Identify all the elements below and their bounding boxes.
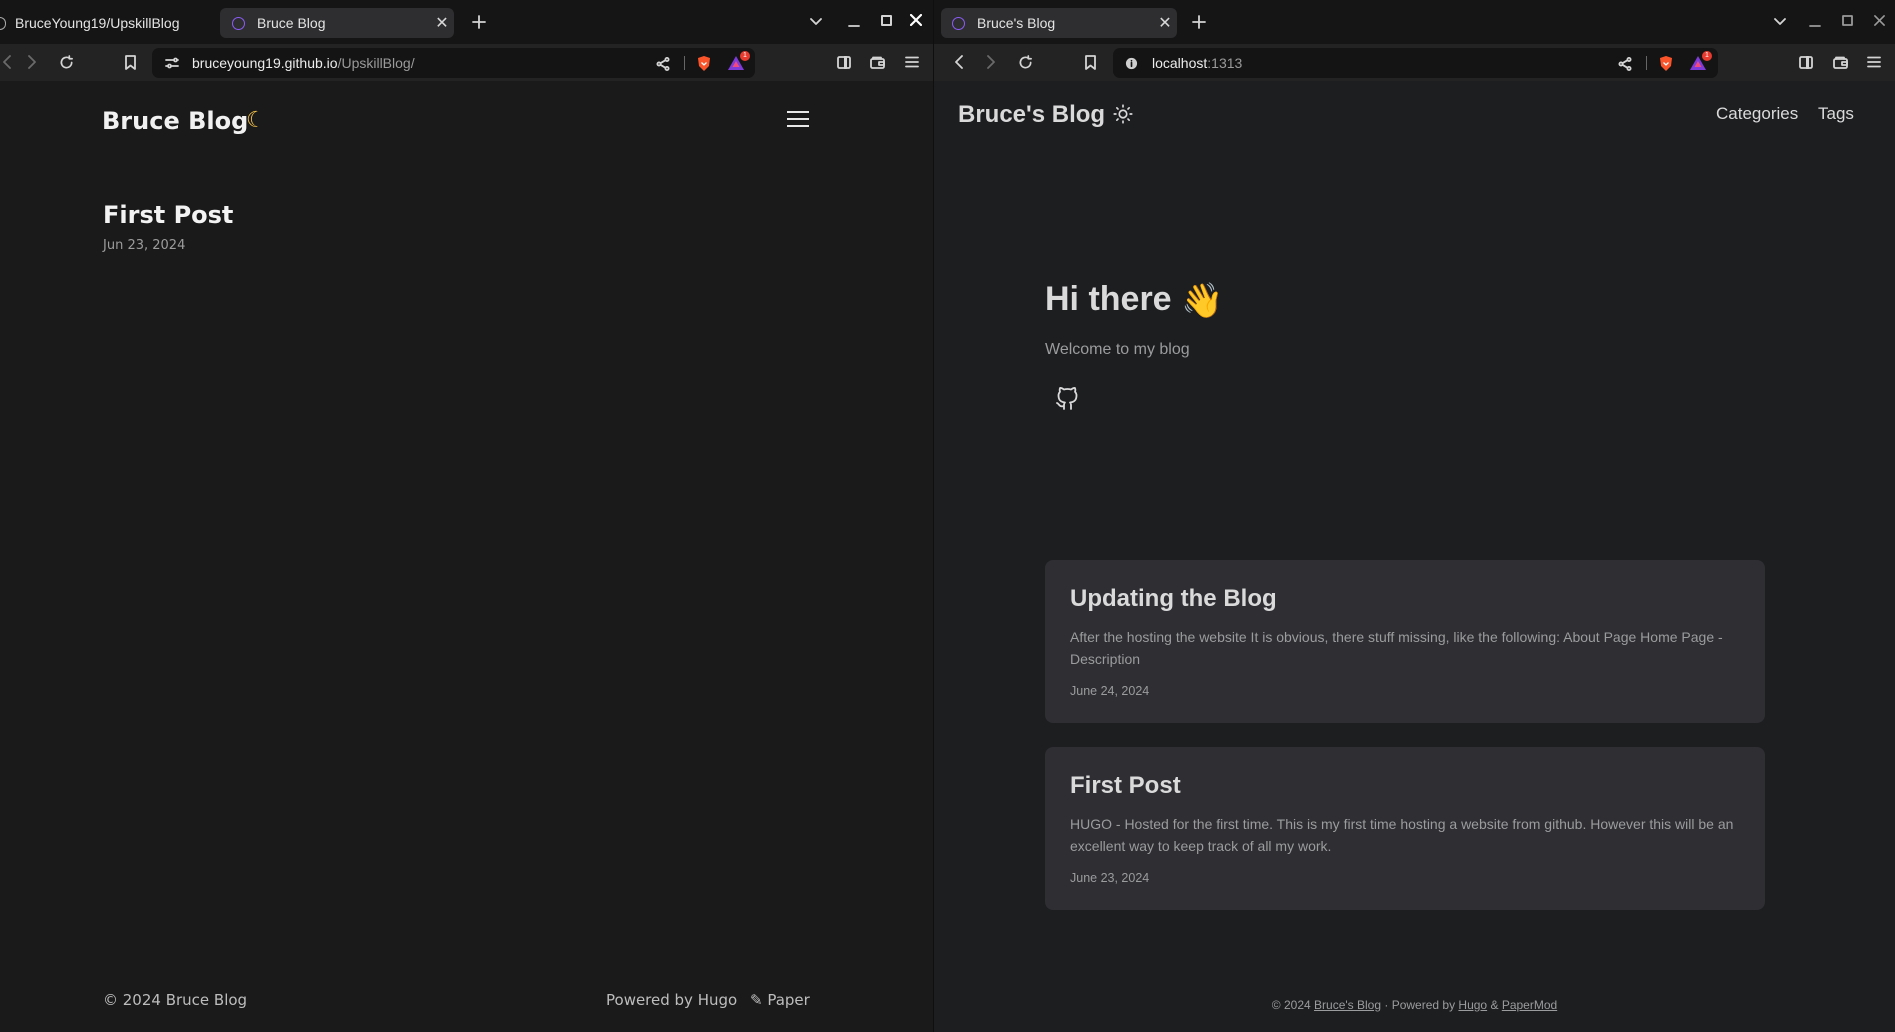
browser-toolbar: bruceyoung19.github.io/UpskillBlog/ 1: [0, 44, 934, 81]
url-text: bruceyoung19.github.io/UpskillBlog/: [192, 55, 415, 71]
paper-theme-page: Bruce Blog ☾ First Post Jun 23, 2024 © 2…: [0, 81, 934, 1032]
minimize-icon[interactable]: [1803, 10, 1827, 34]
new-tab-icon[interactable]: [1187, 10, 1211, 34]
tab-bruces-blog[interactable]: Bruce's Blog ✕: [941, 8, 1177, 38]
close-window-icon[interactable]: [904, 8, 928, 32]
footer-copyright: © 2024 Bruce Blog: [103, 991, 248, 1009]
moon-icon[interactable]: ☾: [246, 108, 266, 133]
back-icon[interactable]: [0, 51, 16, 73]
omnibox-divider: [684, 56, 685, 70]
papermod-theme-page: Bruce's Blog Categories Tags Hi there 👋 …: [934, 81, 1895, 1032]
wallet-icon[interactable]: [1829, 51, 1851, 73]
nav-tags-link[interactable]: Tags: [1818, 104, 1854, 124]
footer-powered-by: Powered by: [1391, 998, 1456, 1012]
hero-subtitle: Welcome to my blog: [1045, 341, 1190, 358]
tab-strip: Bruce's Blog ✕: [934, 0, 1895, 44]
waving-hand-emoji: 👋: [1181, 282, 1224, 320]
footer-powered-by-link[interactable]: Powered by Hugo: [606, 991, 737, 1009]
footer-hugo-link[interactable]: Hugo: [1458, 998, 1487, 1012]
site-favicon-icon: [232, 16, 245, 30]
rewards-badge: 1: [1702, 51, 1712, 61]
site-info-icon[interactable]: [1123, 55, 1139, 71]
post-date: June 23, 2024: [1070, 871, 1150, 885]
post-date: Jun 23, 2024: [103, 238, 186, 253]
tab-strip: BruceYoung19/UpskillBlog Bruce Blog ✕: [0, 0, 934, 44]
github-icon[interactable]: [1055, 387, 1079, 411]
post-title-link[interactable]: First Post: [103, 201, 233, 229]
sidebar-toggle-icon[interactable]: [1795, 51, 1817, 73]
address-bar[interactable]: bruceyoung19.github.io/UpskillBlog/ 1: [152, 48, 755, 78]
post-card[interactable]: Updating the Blog After the hosting the …: [1045, 560, 1765, 723]
tab-title: Bruce Blog: [257, 15, 326, 31]
post-summary: HUGO - Hosted for the first time. This i…: [1070, 816, 1734, 854]
site-footer: © 2024 Bruce's Blog · Powered by Hugo & …: [934, 998, 1895, 1012]
nav-categories-link[interactable]: Categories: [1716, 104, 1798, 124]
footer-papermod-link[interactable]: PaperMod: [1502, 998, 1557, 1012]
tab-title: Bruce's Blog: [977, 15, 1056, 31]
site-settings-icon[interactable]: [164, 55, 180, 71]
site-title-link[interactable]: Bruce Blog: [102, 107, 248, 135]
post-title[interactable]: First Post: [1070, 772, 1181, 800]
rewards-badge: 1: [740, 51, 750, 61]
close-tab-icon[interactable]: ✕: [430, 13, 454, 33]
tab-search-chevron-icon[interactable]: [1768, 10, 1792, 34]
tab-title: BruceYoung19/UpskillBlog: [15, 15, 180, 31]
footer-theme-link[interactable]: ✎ Paper: [750, 991, 810, 1009]
forward-icon[interactable]: [981, 51, 1001, 73]
omnibox-divider: [1646, 56, 1647, 70]
footer-separator: ·: [1384, 998, 1389, 1012]
tab-search-chevron-icon[interactable]: [804, 10, 828, 34]
github-favicon-icon: [0, 16, 6, 30]
share-icon[interactable]: [654, 55, 672, 73]
left-browser-window: BruceYoung19/UpskillBlog Bruce Blog ✕ br…: [0, 0, 934, 1032]
right-browser-window: Bruce's Blog ✕ localhost:1313 1 Bruce's …: [934, 0, 1895, 1032]
back-icon[interactable]: [948, 51, 968, 73]
tab-bruce-blog[interactable]: Bruce Blog ✕: [220, 8, 454, 38]
hero-title: Hi there: [1045, 280, 1172, 318]
sun-icon[interactable]: [1113, 104, 1133, 124]
site-title-link[interactable]: Bruce's Blog: [958, 101, 1105, 129]
new-tab-icon[interactable]: [467, 10, 491, 34]
bookmark-icon[interactable]: [119, 51, 141, 73]
footer-site-link[interactable]: Bruce's Blog: [1314, 998, 1381, 1012]
site-favicon-icon: [952, 16, 965, 30]
footer-copyright: © 2024: [1271, 998, 1311, 1012]
close-tab-icon[interactable]: ✕: [1153, 13, 1177, 33]
browser-menu-icon[interactable]: [901, 51, 923, 73]
bookmark-icon[interactable]: [1079, 51, 1101, 73]
share-icon[interactable]: [1616, 55, 1634, 73]
footer-ampersand: &: [1490, 998, 1499, 1012]
post-date: June 24, 2024: [1070, 684, 1150, 698]
browser-toolbar: localhost:1313 1: [934, 44, 1895, 81]
brave-shields-icon[interactable]: [696, 55, 714, 71]
reload-icon[interactable]: [55, 51, 77, 73]
address-bar[interactable]: localhost:1313 1: [1113, 48, 1718, 78]
url-text: localhost:1313: [1152, 55, 1243, 71]
hamburger-menu-icon[interactable]: [787, 111, 809, 127]
sidebar-toggle-icon[interactable]: [833, 51, 855, 73]
minimize-icon[interactable]: [842, 10, 866, 34]
maximize-icon[interactable]: [1835, 8, 1859, 32]
post-card[interactable]: First Post HUGO - Hosted for the first t…: [1045, 747, 1765, 910]
browser-menu-icon[interactable]: [1863, 51, 1885, 73]
forward-icon[interactable]: [22, 51, 42, 73]
wallet-icon[interactable]: [866, 51, 888, 73]
reload-icon[interactable]: [1014, 51, 1036, 73]
tab-upskillblog-repo[interactable]: BruceYoung19/UpskillBlog: [0, 8, 210, 38]
close-window-icon[interactable]: [1867, 8, 1891, 32]
post-summary: After the hosting the website It is obvi…: [1070, 629, 1723, 667]
brave-shields-icon[interactable]: [1658, 55, 1676, 71]
maximize-icon[interactable]: [874, 8, 898, 32]
post-title[interactable]: Updating the Blog: [1070, 585, 1277, 613]
